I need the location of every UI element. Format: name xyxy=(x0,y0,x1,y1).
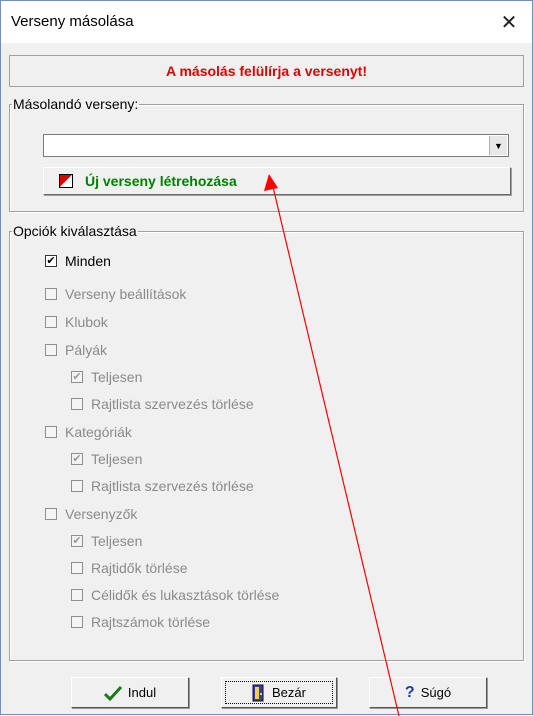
option-label: Rajtlista szervezés törlése xyxy=(91,478,254,494)
checkbox-icon[interactable] xyxy=(45,344,57,356)
option-label: Verseny beállítások xyxy=(65,286,187,302)
option-label: Minden xyxy=(65,253,111,269)
checked-checkbox-icon[interactable]: ✔ xyxy=(45,255,57,267)
checkbox-icon[interactable] xyxy=(45,426,57,438)
checked-checkbox-icon[interactable]: ✔ xyxy=(71,453,83,465)
new-document-icon xyxy=(59,174,73,188)
option-13[interactable]: Rajtszámok törlése xyxy=(71,614,210,630)
option-5[interactable]: Rajtlista szervezés törlése xyxy=(71,396,254,412)
option-label: Rajtlista szervezés törlése xyxy=(91,396,254,412)
option-label: Célidők és lukasztások törlése xyxy=(91,587,280,603)
option-9[interactable]: Versenyzők xyxy=(45,506,137,522)
option-4[interactable]: ✔ Teljesen xyxy=(71,369,142,385)
checked-checkbox-icon[interactable]: ✔ xyxy=(71,371,83,383)
option-label: Klubok xyxy=(65,314,108,330)
option-10[interactable]: ✔ Teljesen xyxy=(71,533,142,549)
new-competition-button-label: Új verseny létrehozása xyxy=(85,173,237,189)
option-label: Teljesen xyxy=(91,369,143,385)
new-competition-button[interactable]: Új verseny létrehozása xyxy=(43,167,511,195)
option-11[interactable]: Rajtidők törlése xyxy=(71,560,188,576)
checkbox-icon[interactable] xyxy=(71,562,83,574)
option-label: Rajtszámok törlése xyxy=(91,614,211,630)
option-label: Pályák xyxy=(65,342,108,358)
help-button[interactable]: ? Súgó xyxy=(369,677,487,708)
close-icon[interactable]: ✕ xyxy=(486,1,532,43)
checkbox-icon[interactable] xyxy=(45,316,57,328)
option-label: Teljesen xyxy=(91,533,143,549)
option-1[interactable]: Verseny beállítások xyxy=(45,286,186,302)
checkbox-icon[interactable] xyxy=(45,508,57,520)
checked-checkbox-icon[interactable]: ✔ xyxy=(71,535,83,547)
option-2[interactable]: Klubok xyxy=(45,314,108,330)
start-button[interactable]: Indul xyxy=(71,677,189,708)
overwrite-warning: A másolás felülírja a versenyt! xyxy=(9,55,524,87)
window-title: Verseny másolása xyxy=(11,13,134,30)
checkbox-icon[interactable] xyxy=(71,589,83,601)
close-button[interactable]: Bezár xyxy=(221,677,337,708)
source-competition-group: Másolandó verseny: ▼ Új verseny létrehoz… xyxy=(9,96,524,212)
option-0[interactable]: ✔ Minden xyxy=(45,253,111,269)
title-bar: Verseny másolása ✕ xyxy=(1,1,532,43)
start-button-label: Indul xyxy=(127,685,157,700)
option-3[interactable]: Pályák xyxy=(45,342,107,358)
close-button-label: Bezár xyxy=(272,685,306,700)
checkbox-icon[interactable] xyxy=(71,398,83,410)
checkbox-icon[interactable] xyxy=(71,616,83,628)
checkmark-icon xyxy=(103,685,122,701)
copy-competition-dialog: Verseny másolása ✕ A másolás felülírja a… xyxy=(0,0,533,716)
checkbox-icon[interactable] xyxy=(45,288,57,300)
option-label: Rajtidők törlése xyxy=(91,560,188,576)
option-label: Kategóriák xyxy=(65,424,132,440)
question-icon: ? xyxy=(404,683,415,701)
options-legend: Opciók kiválasztása xyxy=(13,223,137,239)
door-icon xyxy=(252,684,266,702)
dropdown-arrow-icon[interactable]: ▼ xyxy=(489,136,507,155)
competition-select[interactable]: ▼ xyxy=(43,134,509,157)
checkbox-icon[interactable] xyxy=(71,480,83,492)
source-competition-legend: Másolandó verseny: xyxy=(13,96,139,112)
help-button-label: Súgó xyxy=(420,685,452,700)
option-6[interactable]: Kategóriák xyxy=(45,424,132,440)
option-label: Versenyzők xyxy=(65,506,138,522)
option-7[interactable]: ✔ Teljesen xyxy=(71,451,142,467)
option-12[interactable]: Célidők és lukasztások törlése xyxy=(71,587,279,603)
option-label: Teljesen xyxy=(91,451,143,467)
option-8[interactable]: Rajtlista szervezés törlése xyxy=(71,478,254,494)
